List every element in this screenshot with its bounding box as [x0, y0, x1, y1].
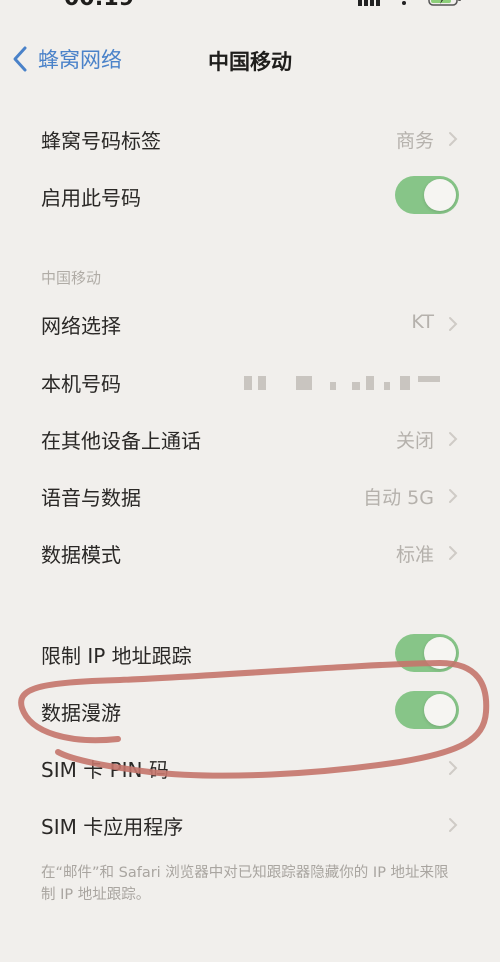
chevron-right-icon	[449, 317, 458, 331]
data-mode-row[interactable]: 数据模式 标准	[0, 525, 500, 581]
row-label: 本机号码	[41, 372, 121, 396]
row-label: 数据模式	[41, 543, 121, 567]
row-value: KT	[411, 311, 434, 333]
row-label: SIM 卡 PIN 码	[41, 758, 169, 782]
status-icons	[358, 0, 462, 6]
data-roaming-toggle[interactable]	[395, 691, 459, 729]
chevron-right-icon	[449, 546, 458, 560]
limit-ip-tracking-toggle[interactable]	[395, 634, 459, 672]
wifi-icon	[402, 1, 406, 5]
toggle-knob	[424, 637, 456, 669]
toggle-knob	[424, 179, 456, 211]
sim-pin-row[interactable]: SIM 卡 PIN 码	[0, 740, 500, 796]
section-header: 中国移动	[41, 269, 102, 287]
row-label: 数据漫游	[41, 701, 121, 725]
calls-on-other-devices-row[interactable]: 在其他设备上通话 关闭	[0, 411, 500, 467]
data-roaming-row: 数据漫游	[0, 683, 500, 739]
row-label: 语音与数据	[41, 486, 141, 510]
row-label: 在其他设备上通话	[41, 429, 201, 453]
row-label: 蜂窝号码标签	[41, 129, 161, 153]
redacted-phone-number	[244, 376, 444, 390]
toggle-knob	[424, 694, 456, 726]
row-value: 关闭	[395, 430, 434, 452]
battery-icon	[428, 0, 461, 6]
network-selection-row[interactable]: 网络选择 KT	[0, 296, 500, 352]
chevron-right-icon	[449, 489, 458, 503]
my-number-row: 本机号码	[0, 354, 500, 410]
chevron-right-icon	[449, 818, 458, 832]
row-label: 启用此号码	[41, 186, 141, 210]
chevron-right-icon	[449, 432, 458, 446]
chevron-right-icon	[449, 132, 458, 146]
row-label: 限制 IP 地址跟踪	[41, 644, 192, 668]
row-value: 自动 5G	[363, 487, 434, 509]
footer-note: 在“邮件”和 Safari 浏览器中对已知跟踪器隐藏你的 IP 地址来限制 IP…	[41, 865, 449, 903]
voice-and-data-row[interactable]: 语音与数据 自动 5G	[0, 468, 500, 524]
enable-number-row: 启用此号码	[0, 168, 500, 224]
navigation-bar: 蜂窝网络 中国移动	[0, 36, 500, 84]
cellular-number-label-row[interactable]: 蜂窝号码标签 商务	[0, 111, 500, 167]
row-label: 网络选择	[41, 314, 121, 338]
chevron-right-icon	[449, 761, 458, 775]
row-label: SIM 卡应用程序	[41, 815, 184, 839]
row-value: 商务	[395, 130, 434, 152]
limit-ip-tracking-row: 限制 IP 地址跟踪	[0, 626, 500, 682]
enable-number-toggle[interactable]	[395, 176, 459, 214]
sim-applications-row[interactable]: SIM 卡应用程序	[0, 797, 500, 853]
status-time: 00:19	[64, 0, 134, 11]
row-value: 标准	[395, 544, 434, 566]
signal-icon	[358, 0, 380, 6]
status-bar: 00:19	[0, 0, 500, 12]
page-title: 中国移动	[208, 50, 292, 74]
